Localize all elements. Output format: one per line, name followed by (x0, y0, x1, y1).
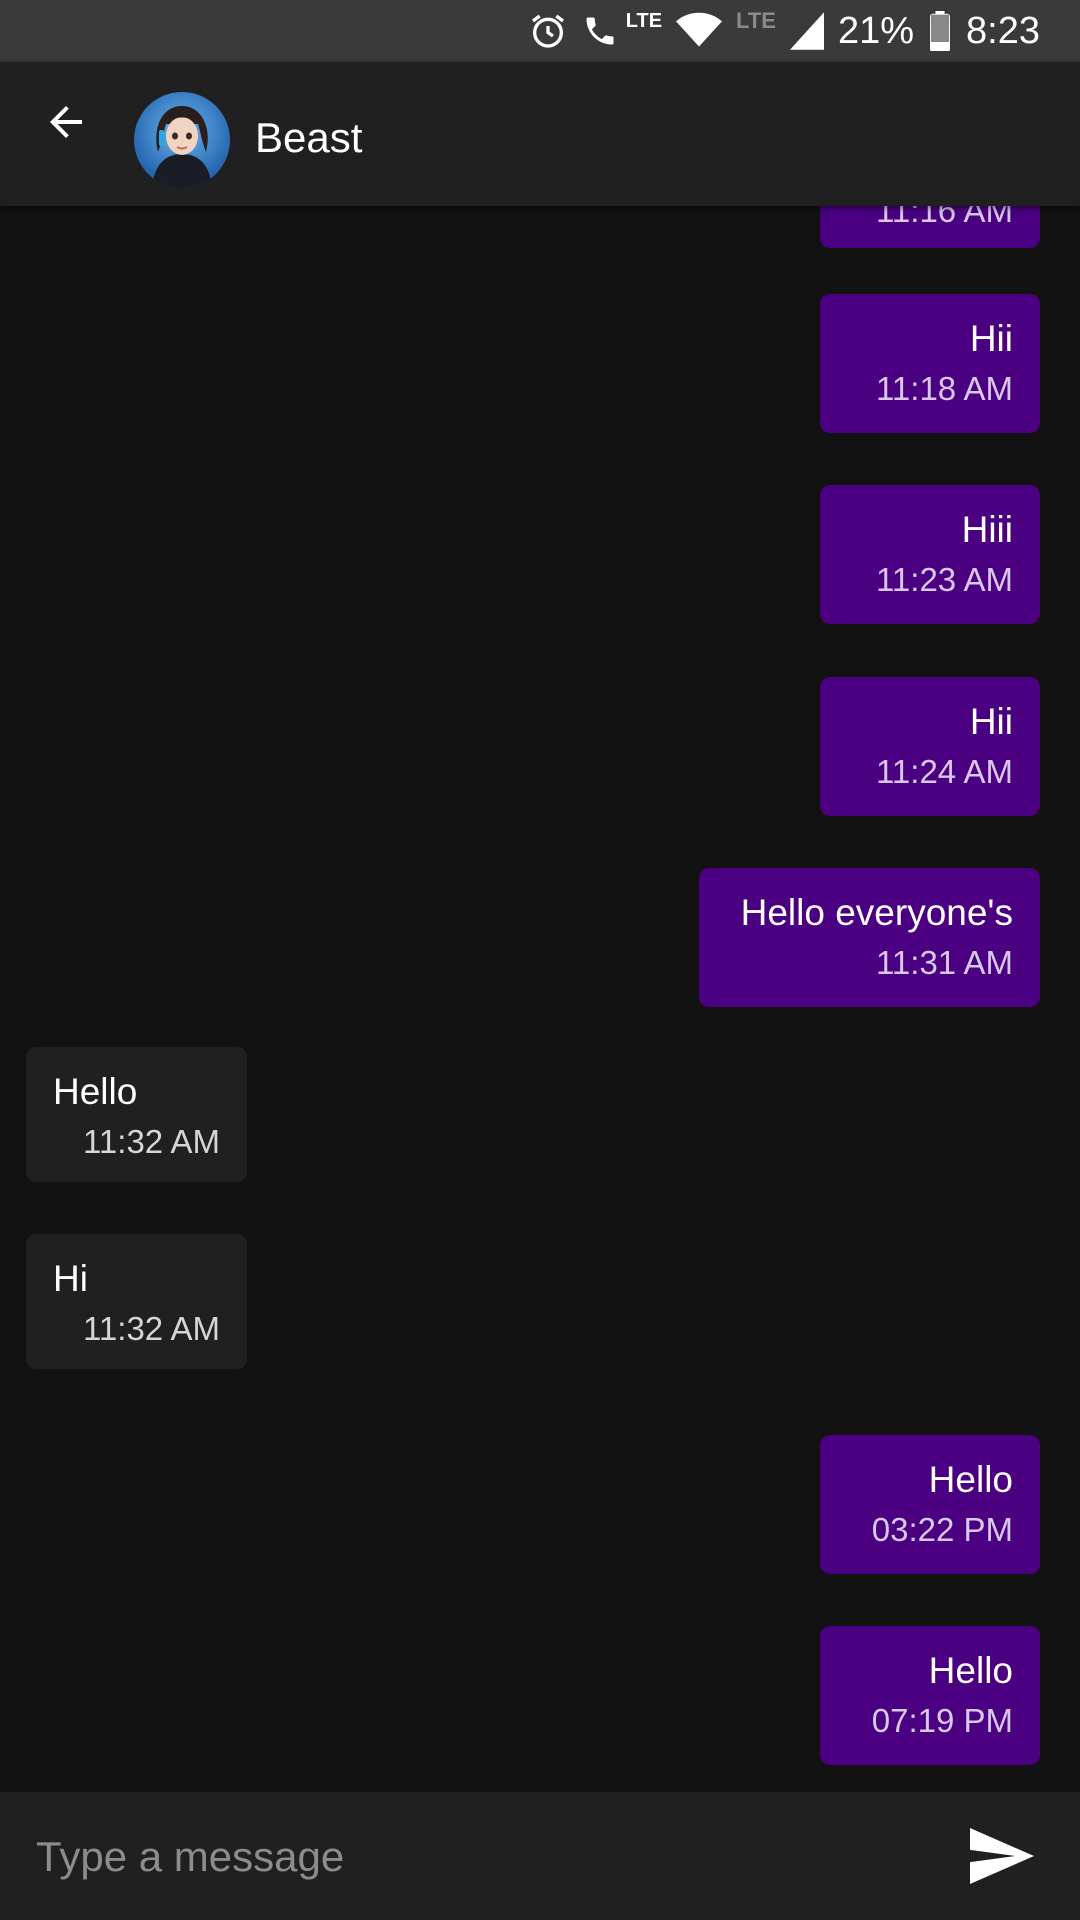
message-input[interactable] (34, 1816, 918, 1898)
signal-icon (789, 12, 824, 50)
status-bar: LTE LTE 21% 8:23 (0, 0, 1080, 62)
message-bubble-outgoing[interactable]: Hii 11:18 AM (820, 294, 1040, 433)
contact-name: Beast (255, 114, 363, 161)
message-time: 11:31 AM (876, 944, 1013, 981)
clock-time: 8:23 (966, 9, 1040, 52)
wifi-icon (676, 11, 723, 51)
message-text: Hii (969, 318, 1013, 359)
message-bubble-outgoing[interactable]: Hii 11:24 AM (820, 677, 1040, 816)
message-bubble-outgoing[interactable]: Hello 07:19 PM (820, 1626, 1040, 1765)
message-bubble-incoming[interactable]: Hi 11:32 AM (26, 1234, 247, 1369)
message-text: Hii (969, 701, 1013, 742)
battery-icon (928, 11, 952, 51)
message-bubble-outgoing[interactable]: Hiii 11:23 AM (820, 485, 1040, 624)
battery-percent: 21% (837, 9, 915, 52)
alarm-icon (528, 11, 568, 51)
message-time: 11:32 AM (83, 1310, 220, 1347)
message-text: Hi (53, 1258, 88, 1299)
status-icons: LTE LTE 21% 8:23 (528, 0, 1040, 62)
send-button[interactable] (966, 1822, 1038, 1894)
arrow-back-icon (42, 98, 90, 151)
message-time: 11:24 AM (876, 753, 1013, 790)
message-time: 07:19 PM (871, 1702, 1013, 1739)
message-bubble-outgoing[interactable]: Hello 03:22 PM (820, 1435, 1040, 1574)
message-time: 03:22 PM (871, 1511, 1013, 1548)
message-time: 11:32 AM (83, 1123, 220, 1160)
message-time: 11:16 AM (876, 206, 1013, 229)
message-time: 11:23 AM (876, 561, 1013, 598)
lte-label-2: LTE (736, 8, 776, 33)
message-bubble-outgoing[interactable]: 11:16 AM (820, 206, 1040, 248)
wifi-call-icon (582, 13, 618, 49)
chat-header: Beast (0, 62, 1080, 206)
message-list[interactable]: 11:16 AM Hii 11:18 AM Hiii 11:23 AM Hii … (0, 206, 1080, 1792)
message-text: Hello (928, 1650, 1013, 1691)
message-text: Hello (53, 1071, 138, 1112)
avatar[interactable] (134, 92, 230, 188)
back-button[interactable] (34, 92, 98, 156)
message-text: Hello everyone's (740, 892, 1013, 933)
send-icon (970, 1827, 1034, 1889)
message-text: Hello (928, 1459, 1013, 1500)
message-text: Hiii (961, 509, 1013, 550)
message-bubble-incoming[interactable]: Hello 11:32 AM (26, 1047, 247, 1182)
message-bubble-outgoing[interactable]: Hello everyone's 11:31 AM (699, 868, 1040, 1007)
message-time: 11:18 AM (876, 370, 1013, 407)
message-composer (0, 1792, 1080, 1920)
lte-label: LTE (625, 9, 663, 32)
